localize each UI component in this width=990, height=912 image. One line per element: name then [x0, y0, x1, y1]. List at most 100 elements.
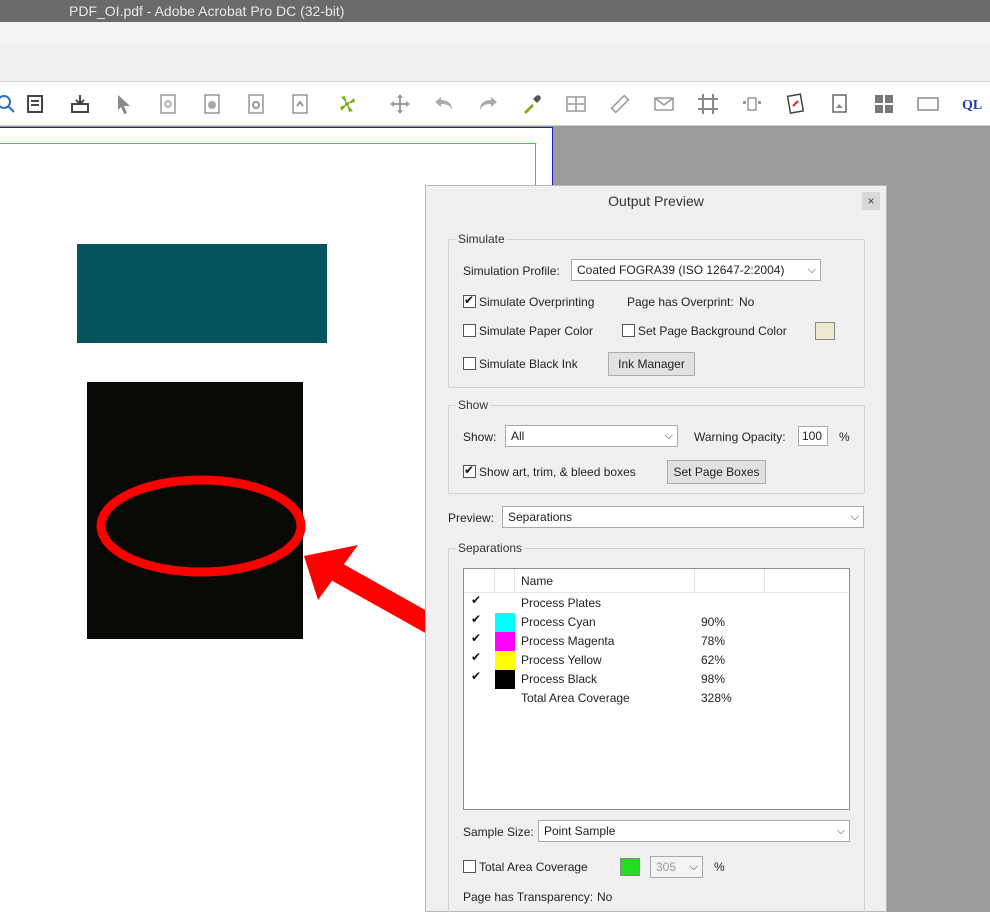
panel-title: Output Preview — [608, 193, 704, 209]
ruler-icon[interactable] — [606, 90, 634, 118]
show-boxes-checkbox[interactable] — [463, 463, 476, 478]
toolbar: QL — [0, 82, 990, 126]
magenta-swatch — [495, 632, 515, 651]
show-group — [448, 405, 865, 494]
preflight-icon[interactable] — [242, 90, 270, 118]
warning-opacity-unit: % — [839, 430, 850, 444]
black-rectangle-object[interactable] — [87, 382, 303, 639]
table-row[interactable]: Process Yellow 62% — [464, 650, 849, 670]
teal-rectangle-object[interactable] — [77, 244, 327, 343]
menu-bar — [0, 22, 990, 44]
row-checkbox[interactable] — [471, 593, 483, 609]
close-button[interactable]: × — [862, 192, 880, 210]
pdf-edit-icon[interactable] — [782, 90, 810, 118]
save-download-icon[interactable] — [66, 90, 94, 118]
row-name: Total Area Coverage — [521, 691, 630, 705]
row-value: 78% — [701, 634, 726, 648]
chevron-down-icon: ⌵ — [836, 825, 845, 837]
move-icon[interactable] — [386, 90, 414, 118]
coverage-color-swatch[interactable] — [620, 858, 640, 876]
column-header-color — [495, 569, 515, 593]
search-icon[interactable] — [0, 90, 20, 118]
edit-form-icon[interactable] — [22, 90, 50, 118]
yellow-swatch — [495, 651, 515, 670]
redo-icon[interactable] — [474, 90, 502, 118]
ql-icon[interactable]: QL — [958, 90, 986, 118]
row-value: 98% — [701, 672, 726, 686]
warning-opacity-input[interactable]: 100 — [798, 426, 828, 446]
preview-value: Separations — [508, 510, 573, 524]
pdf-image-icon[interactable] — [826, 90, 854, 118]
table-row[interactable]: Process Cyan 90% — [464, 612, 849, 632]
show-label: Show: — [463, 430, 497, 444]
output-preview-panel: Output Preview × Simulate Simulation Pro… — [425, 185, 887, 912]
simulate-overprinting-checkbox[interactable] — [463, 293, 476, 308]
rectangle-icon[interactable] — [914, 90, 942, 118]
column-header-extra — [765, 569, 849, 593]
cyan-swatch — [495, 613, 515, 632]
set-page-background-checkbox[interactable] — [622, 324, 635, 337]
set-page-boxes-button[interactable]: Set Page Boxes — [667, 460, 766, 484]
total-area-coverage-value: 305 — [656, 860, 677, 874]
warning-opacity-label: Warning Opacity: — [694, 430, 786, 444]
fan-tool-icon[interactable] — [330, 90, 366, 118]
row-value: 90% — [701, 615, 726, 629]
sample-size-label: Sample Size: — [463, 825, 534, 839]
show-group-label: Show — [456, 398, 491, 412]
row-checkbox[interactable] — [471, 669, 483, 685]
page-background-color-swatch[interactable] — [815, 322, 835, 340]
simulation-profile-select[interactable]: Coated FOGRA39 (ISO 12647-2:2004) ⌵ — [571, 259, 821, 281]
row-checkbox[interactable] — [471, 650, 483, 666]
simulate-black-ink-checkbox[interactable] — [463, 357, 476, 370]
separations-table: Name Process Plates Process Cyan 90% Pro… — [463, 568, 850, 810]
sample-size-select[interactable]: Point Sample ⌵ — [538, 820, 850, 842]
table-icon[interactable] — [562, 90, 590, 118]
crop-marks-icon[interactable] — [694, 90, 722, 118]
find-page-icon[interactable] — [154, 90, 182, 118]
row-name: Process Yellow — [521, 653, 602, 667]
row-name: Process Plates — [521, 596, 602, 610]
color-icon[interactable] — [198, 90, 226, 118]
preview-select[interactable]: Separations ⌵ — [502, 506, 864, 528]
total-area-coverage-label: Total Area Coverage — [479, 860, 588, 874]
window-title: PDF_OI.pdf - Adobe Acrobat Pro DC (32-bi… — [69, 3, 345, 19]
table-row[interactable]: Process Magenta 78% — [464, 631, 849, 651]
chevron-down-icon: ⌵ — [850, 511, 859, 523]
chevron-down-icon: ⌵ — [664, 430, 673, 442]
row-checkbox[interactable] — [471, 631, 483, 647]
simulate-black-ink-label: Simulate Black Ink — [479, 357, 578, 371]
column-header-name[interactable]: Name — [515, 569, 695, 593]
table-row[interactable]: Process Plates — [464, 593, 849, 613]
table-row[interactable]: Process Black 98% — [464, 669, 849, 689]
simulation-profile-value: Coated FOGRA39 (ISO 12647-2:2004) — [577, 263, 785, 277]
row-checkbox[interactable] — [471, 612, 483, 628]
ink-manager-button[interactable]: Ink Manager — [608, 352, 695, 376]
eyedropper-icon[interactable] — [518, 90, 546, 118]
set-page-background-label: Set Page Background Color — [638, 324, 787, 338]
fix-icon[interactable] — [286, 90, 314, 118]
total-area-coverage-unit: % — [714, 860, 725, 874]
total-area-coverage-checkbox[interactable] — [463, 860, 476, 873]
simulation-profile-label: Simulation Profile: — [463, 264, 560, 278]
row-value: 62% — [701, 653, 726, 667]
simulate-paper-color-label: Simulate Paper Color — [479, 324, 594, 338]
align-icon[interactable] — [738, 90, 766, 118]
envelope-icon[interactable] — [650, 90, 678, 118]
undo-icon[interactable] — [430, 90, 458, 118]
transparency-label: Page has Transparency: — [463, 890, 594, 904]
row-name: Process Magenta — [521, 634, 615, 648]
preview-label: Preview: — [448, 511, 495, 525]
row-name: Process Cyan — [521, 615, 596, 629]
select-arrow-icon[interactable] — [110, 90, 138, 118]
column-header-value — [695, 569, 765, 593]
overprint-status-value: No — [739, 295, 755, 309]
svg-text:QL: QL — [962, 98, 982, 113]
show-select[interactable]: All ⌵ — [505, 425, 678, 447]
simulate-paper-color-checkbox[interactable] — [463, 324, 476, 337]
total-area-coverage-select[interactable]: 305 ⌵ — [650, 856, 703, 878]
row-name: Process Black — [521, 672, 598, 686]
row-value: 328% — [701, 691, 732, 705]
separations-group-label: Separations — [456, 541, 525, 555]
tab-bar — [0, 44, 990, 82]
grid-icon[interactable] — [870, 90, 898, 118]
